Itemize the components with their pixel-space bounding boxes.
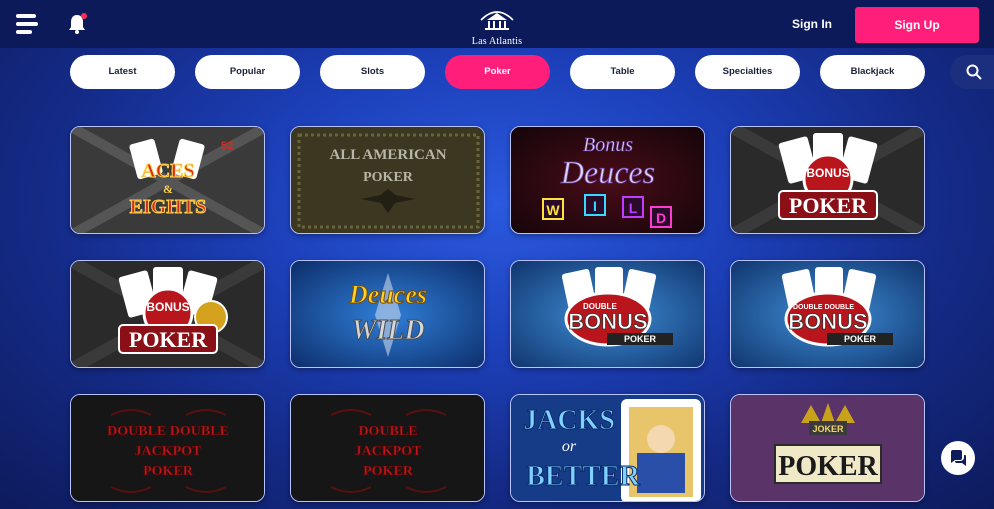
game-tile-bonus-poker-deluxe[interactable]: BONUS POKER [70, 260, 265, 368]
wild-letter-i: I [593, 198, 597, 214]
bell-icon[interactable] [67, 13, 87, 35]
game-tile-joker-poker[interactable]: JOKER POKER [730, 394, 925, 502]
game-title-line1: Deuces [348, 280, 427, 309]
sign-in-link[interactable]: Sign In [780, 14, 844, 34]
brand-name: Las Atlantis [471, 36, 523, 47]
notification-dot [81, 13, 87, 19]
game-title-line2: or [562, 438, 577, 455]
game-title-line2: JACKPOT [355, 444, 423, 459]
temple-logo-icon [480, 11, 514, 30]
game-tile-double-double-jackpot-poker[interactable]: DOUBLE DOUBLE JACKPOT POKER [70, 394, 265, 502]
hamburger-menu-icon[interactable] [16, 14, 38, 34]
game-title-line3: POKER [143, 464, 194, 479]
game-title-line3: POKER [624, 334, 657, 344]
game-title-line2: POKER [778, 451, 878, 482]
wild-letter-d: D [656, 210, 666, 226]
game-title-line2: BONUS [788, 309, 867, 334]
game-title-line1: DOUBLE [358, 424, 417, 439]
tab-slots[interactable]: Slots [320, 55, 425, 89]
game-title-line2: Deuces [560, 154, 655, 190]
game-title-line2: POKER [129, 327, 208, 352]
game-title-line3: POKER [363, 464, 414, 479]
tab-table[interactable]: Table [570, 55, 675, 89]
game-title-line1: BONUS [146, 300, 189, 314]
game-badge: 52 [221, 140, 233, 152]
tab-specialties[interactable]: Specialties [695, 55, 800, 89]
game-tile-double-double-bonus-poker[interactable]: DOUBLE DOUBLE BONUS POKER [730, 260, 925, 368]
game-title-line3: BETTER [526, 461, 640, 492]
game-tile-aces-eights[interactable]: ACES & EIGHTS 52 [70, 126, 265, 234]
game-title-line1: Bonus [583, 134, 633, 156]
wild-letter-l: L [629, 200, 638, 216]
game-tile-jacks-or-better[interactable]: JACKS or BETTER [510, 394, 705, 502]
game-tile-double-bonus-poker[interactable]: DOUBLE BONUS POKER [510, 260, 705, 368]
tab-poker[interactable]: Poker [445, 55, 550, 89]
game-title-line2: POKER [363, 170, 414, 185]
game-title-line1: JACKS [523, 405, 615, 436]
game-tile-bonus-poker[interactable]: BONUS POKER [730, 126, 925, 234]
search-button[interactable] [950, 55, 994, 89]
brand-logo[interactable]: Las Atlantis [462, 6, 532, 47]
game-tile-deuces-wild[interactable]: Deuces WILD [290, 260, 485, 368]
game-title-line1: BONUS [806, 166, 849, 180]
tab-popular[interactable]: Popular [195, 55, 300, 89]
game-title-line1: JOKER [812, 424, 844, 434]
game-title-line1: DOUBLE DOUBLE [107, 424, 229, 439]
game-tile-all-american-poker[interactable]: ALL AMERICAN POKER [290, 126, 485, 234]
top-navigation-bar: Las Atlantis Sign In Sign Up [0, 0, 994, 48]
game-title-line2: JACKPOT [135, 444, 203, 459]
game-title-line2: BONUS [568, 309, 647, 334]
game-title-line3: EIGHTS [130, 196, 207, 218]
sign-up-button[interactable]: Sign Up [855, 7, 979, 43]
game-title-line2: POKER [789, 193, 868, 218]
wild-letter-w: W [546, 202, 560, 218]
chat-icon [951, 450, 966, 466]
tab-blackjack[interactable]: Blackjack [820, 55, 925, 89]
game-title-line2: & [163, 182, 173, 196]
game-title-line1: ALL AMERICAN [329, 147, 446, 163]
game-title-line1: ACES [141, 160, 194, 182]
tab-latest[interactable]: Latest [70, 55, 175, 89]
game-title-line2: WILD [351, 315, 424, 346]
game-tile-bonus-deuces-wild[interactable]: Bonus Deuces W I L D [510, 126, 705, 234]
game-tile-double-jackpot-poker[interactable]: DOUBLE JACKPOT POKER [290, 394, 485, 502]
game-title-line3: POKER [844, 334, 877, 344]
search-icon [966, 64, 982, 80]
chat-button[interactable] [941, 441, 975, 475]
